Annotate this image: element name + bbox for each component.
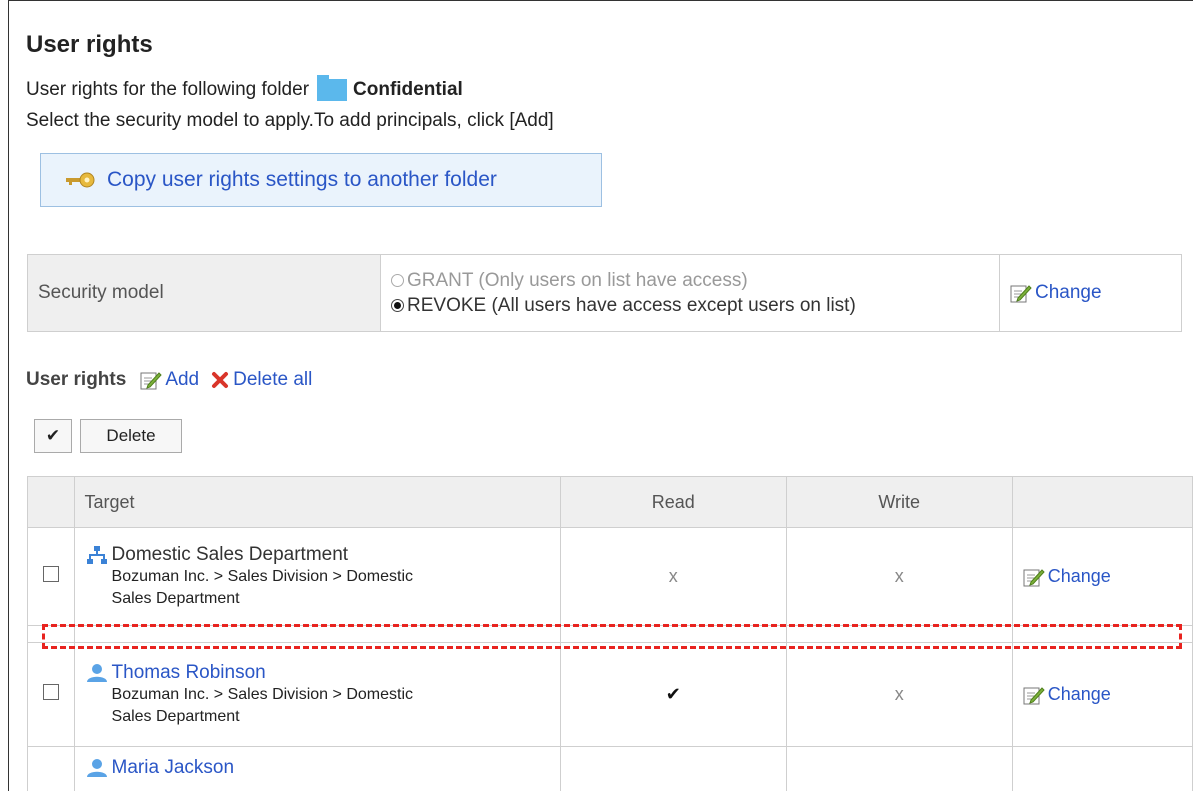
header-check — [27, 476, 75, 528]
edit-icon — [1023, 685, 1045, 705]
check-icon: ✔ — [45, 426, 61, 445]
edit-icon — [1010, 283, 1032, 303]
read-cell: ✔ — [559, 642, 787, 747]
write-cell: x — [785, 527, 1013, 626]
read-cell: x — [559, 527, 787, 626]
folder-line: User rights for the following folder Con… — [26, 75, 463, 101]
table-row: Thomas Robinson Bozuman Inc. > Sales Div… — [27, 642, 1193, 747]
target-cell: Thomas Robinson Bozuman Inc. > Sales Div… — [73, 642, 561, 747]
add-link[interactable]: Add — [140, 369, 199, 391]
row-change-label: Change — [1047, 565, 1111, 586]
edit-icon — [1023, 567, 1045, 587]
user-icon — [86, 759, 107, 777]
header-write: Write — [785, 476, 1013, 528]
user-rights-header: User rights Add Delete all — [26, 369, 312, 391]
option-grant: GRANT (Only users on list have access) — [391, 268, 998, 293]
folder-line-prefix: User rights for the following folder — [26, 79, 310, 100]
write-cell: x — [785, 642, 1013, 747]
row-change-link[interactable]: Change — [1023, 565, 1111, 587]
user-rights-panel: User rights User rights for the followin… — [8, 0, 1193, 791]
target-path-2: Sales Department — [111, 707, 240, 725]
add-label: Add — [165, 369, 200, 390]
user-rights-table: Target Read Write Domestic Sales Departm… — [27, 476, 1193, 791]
target-name: Maria Jackson — [86, 757, 559, 779]
copy-user-rights-button[interactable]: Copy user rights settings to another fol… — [40, 153, 602, 207]
security-model-label: Security model — [27, 254, 381, 332]
header-action — [1011, 476, 1193, 528]
edit-icon — [140, 370, 163, 390]
action-cell — [1011, 746, 1193, 791]
table-spacer-row — [27, 625, 1193, 643]
row-change-label: Change — [1047, 683, 1111, 704]
revoke-label: REVOKE (All users have access except use… — [407, 295, 856, 316]
row-checkbox[interactable] — [42, 684, 59, 700]
target-name: Thomas Robinson — [86, 662, 559, 684]
target-name-text: Domestic Sales Department — [111, 543, 349, 565]
target-cell: Maria Jackson — [73, 746, 561, 791]
row-checkbox[interactable] — [42, 566, 59, 582]
user-rights-heading: User rights — [26, 369, 127, 390]
row-check-cell — [27, 746, 75, 791]
row-check-cell — [27, 642, 75, 747]
row-change-link[interactable]: Change — [1023, 683, 1111, 705]
target-name: Domestic Sales Department — [86, 544, 559, 566]
target-name-link[interactable]: Thomas Robinson — [112, 662, 266, 684]
security-model-table: Security model GRANT (Only users on list… — [27, 254, 1182, 332]
target-path-2: Sales Department — [111, 589, 240, 607]
key-icon — [66, 172, 95, 188]
target-cell: Domestic Sales Department Bozuman Inc. >… — [73, 527, 561, 626]
row-check-cell — [27, 527, 75, 626]
grant-label: GRANT (Only users on list have access) — [407, 270, 748, 291]
table-header-row: Target Read Write — [27, 476, 1193, 528]
security-model-action: Change — [999, 254, 1182, 332]
action-cell: Change — [1011, 642, 1193, 747]
target-path-1: Bozuman Inc. > Sales Division > Domestic — [111, 567, 413, 585]
security-model-change-link[interactable]: Change — [1010, 282, 1102, 303]
folder-name: Confidential — [353, 79, 463, 100]
delete-button[interactable]: Delete — [80, 419, 182, 453]
read-cell — [559, 746, 787, 791]
organization-icon — [86, 545, 107, 564]
delete-all-link[interactable]: Delete all — [211, 369, 312, 391]
option-revoke: REVOKE (All users have access except use… — [391, 293, 998, 318]
select-all-toggle-button[interactable]: ✔ — [34, 419, 72, 453]
delete-x-icon — [212, 372, 229, 388]
user-icon — [86, 663, 107, 682]
header-target: Target — [73, 476, 561, 528]
grant-radio — [391, 274, 404, 287]
action-cell: Change — [1011, 527, 1193, 626]
target-name-link[interactable]: Maria Jackson — [112, 757, 235, 779]
instruction-text: Select the security model to apply.To ad… — [26, 110, 554, 131]
folder-icon — [317, 75, 348, 101]
table-row: Domestic Sales Department Bozuman Inc. >… — [27, 527, 1193, 626]
header-read: Read — [559, 476, 787, 528]
write-cell — [785, 746, 1013, 791]
delete-all-label: Delete all — [233, 369, 313, 390]
page-title: User rights — [26, 31, 153, 58]
copy-user-rights-label: Copy user rights settings to another fol… — [107, 168, 497, 191]
revoke-radio — [391, 299, 404, 312]
table-row: Maria Jackson — [27, 746, 1193, 791]
target-path-1: Bozuman Inc. > Sales Division > Domestic — [111, 685, 413, 703]
security-model-change-label: Change — [1035, 282, 1102, 303]
security-model-options: GRANT (Only users on list have access) R… — [380, 254, 1000, 332]
